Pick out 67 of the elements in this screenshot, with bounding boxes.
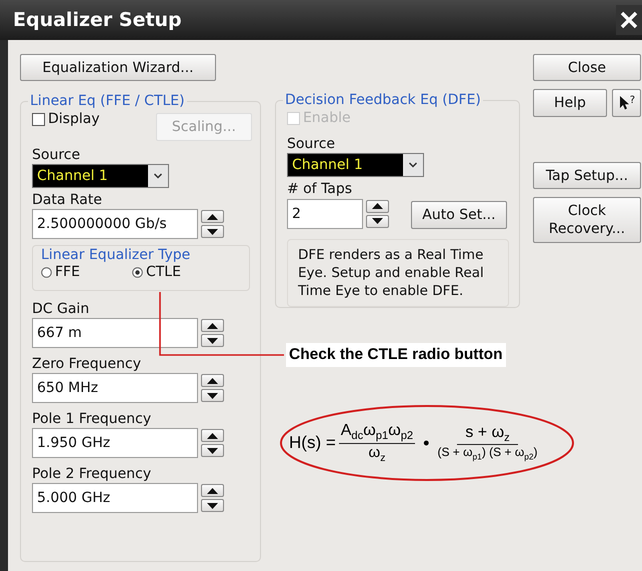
spin-down-button[interactable] <box>201 444 224 457</box>
spin-up-button[interactable] <box>201 319 224 332</box>
triangle-up-icon <box>207 488 218 494</box>
source-dropdown[interactable]: Channel 1 <box>32 164 169 188</box>
window-title: Equalizer Setup <box>13 9 182 31</box>
triangle-up-icon <box>372 203 383 209</box>
fraction-numerator: s + ω$_{z}$ <box>457 424 518 446</box>
triangle-down-icon <box>207 392 218 398</box>
field-label: Source <box>32 147 82 163</box>
close-button[interactable] <box>616 5 642 35</box>
triangle-down-icon <box>207 228 218 234</box>
number-field[interactable]: 2.500000000 Gb/s <box>32 209 198 239</box>
pointer-icon <box>618 95 630 111</box>
spin-down-button[interactable] <box>201 389 224 402</box>
number-field[interactable]: 1.950 GHz <box>32 428 198 458</box>
help-button[interactable]: Help <box>532 89 607 117</box>
field-label: DC Gain <box>32 301 90 317</box>
triangle-down-icon <box>372 218 383 224</box>
fraction-denominator: ω$_{z}$ <box>368 444 386 464</box>
tap-setup-button[interactable]: Tap Setup... <box>532 162 641 189</box>
radio-option[interactable]: CTLE <box>132 264 181 280</box>
display-checkbox[interactable]: Display <box>32 111 100 127</box>
spin-up-button[interactable] <box>201 484 224 497</box>
triangle-down-icon <box>207 448 218 454</box>
fraction-numerator: A$_{dc}$ω$_{p1}$ω$_{p2}$ <box>338 422 416 444</box>
number-field[interactable]: 650 MHz <box>32 373 198 403</box>
auto-set-button[interactable]: Auto Set... <box>410 201 507 229</box>
chevron-icon <box>148 165 168 187</box>
info-note: DFE renders as a Real Time Eye. Setup and enable Real Time Eye to enable DFE. <box>286 239 509 307</box>
field-label: # of Taps <box>286 181 354 197</box>
group-title: Linear Equalizer Type <box>41 247 192 263</box>
radio-option[interactable]: FFE <box>41 264 80 280</box>
triangle-up-icon <box>207 432 218 438</box>
spin-down-button[interactable] <box>201 499 224 512</box>
whats-this-button[interactable]: ? <box>612 89 641 117</box>
spin-down-button[interactable] <box>201 334 224 347</box>
field-label: Source <box>286 136 336 152</box>
triangle-down-icon <box>207 338 218 344</box>
field-label: Pole 2 Frequency <box>32 466 152 482</box>
spin-up-button[interactable] <box>366 200 389 212</box>
close-icon <box>620 11 638 29</box>
clock-recovery-button[interactable]: Clock Recovery... <box>532 197 641 243</box>
triangle-up-icon <box>207 322 218 328</box>
spin-up-button[interactable] <box>201 210 224 223</box>
close-dialog-button[interactable]: Close <box>532 54 641 81</box>
source-dropdown[interactable]: Channel 1 <box>286 153 424 177</box>
spin-down-button[interactable] <box>201 225 224 238</box>
callout-label: Check the CTLE radio button <box>286 343 506 367</box>
chevron-icon <box>402 154 423 176</box>
triangle-up-icon <box>207 214 218 220</box>
spin-up-button[interactable] <box>201 429 224 442</box>
number-field[interactable]: 5.000 GHz <box>32 483 198 513</box>
number-field[interactable]: 667 m <box>32 318 198 348</box>
number-field[interactable]: 2 <box>286 198 363 228</box>
group-title: Decision Feedback Eq (DFE) <box>284 92 482 108</box>
field-label: Pole 1 Frequency <box>32 411 152 427</box>
wizard-button[interactable]: Equalization Wizard... <box>20 54 216 81</box>
fraction-denominator: (S + ω$_{p1}$) (S + ω$_{p2}$) <box>437 445 538 462</box>
group-title: Linear Eq (FFE / CTLE) <box>29 93 186 109</box>
formula-text: • <box>423 432 430 454</box>
triangle-up-icon <box>207 378 218 384</box>
field-label: Data Rate <box>32 192 103 208</box>
field-label: Zero Frequency <box>32 356 142 372</box>
formula-text: H(s) = <box>289 433 336 453</box>
spin-up-button[interactable] <box>201 374 224 387</box>
spin-down-button[interactable] <box>366 214 389 228</box>
triangle-down-icon <box>207 502 218 508</box>
